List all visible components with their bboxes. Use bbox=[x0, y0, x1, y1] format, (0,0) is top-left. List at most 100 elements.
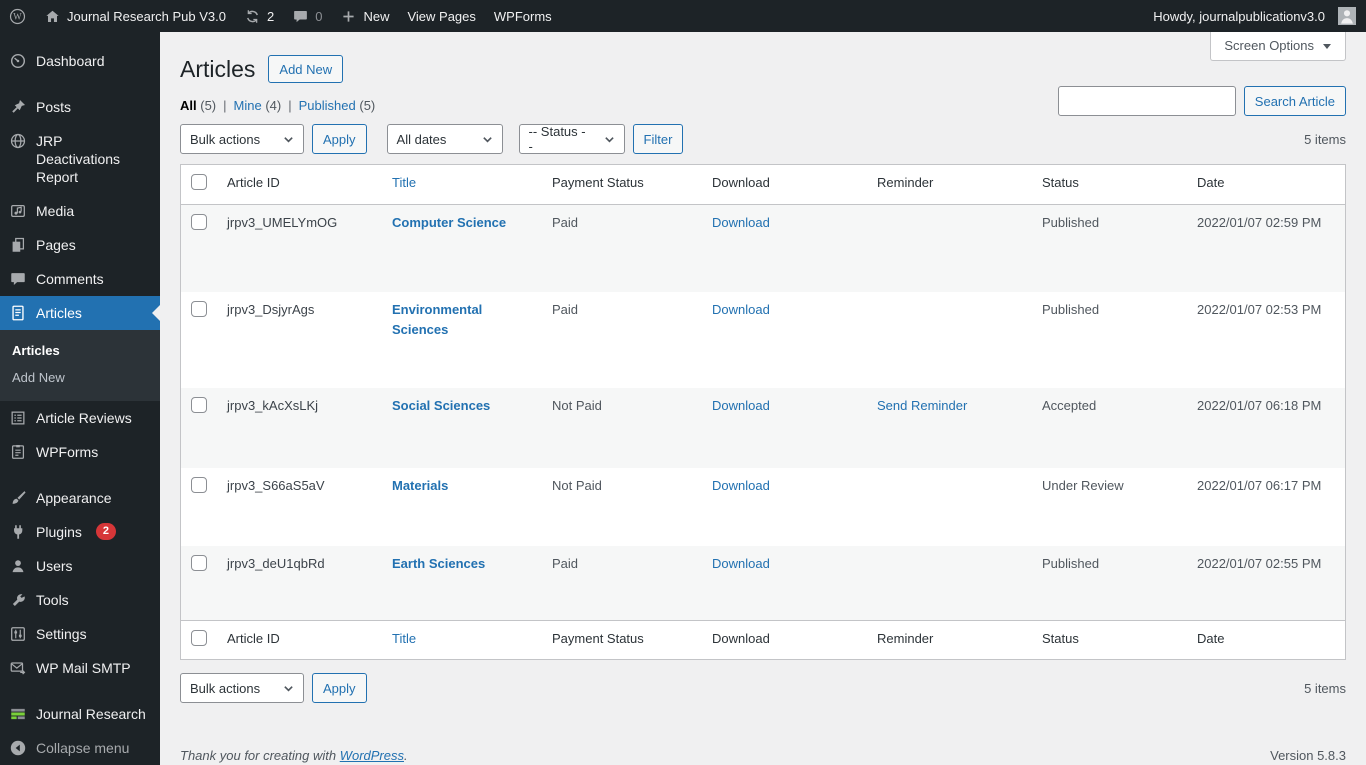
status-cell: Published bbox=[1042, 556, 1100, 571]
comments-link[interactable]: 0 bbox=[283, 0, 331, 32]
sidebar-item-wp-mail-smtp[interactable]: WP Mail SMTP bbox=[0, 651, 160, 685]
submenu-item-add-new[interactable]: Add New bbox=[0, 364, 160, 391]
menu-separator bbox=[0, 469, 160, 481]
dashboard-icon bbox=[10, 53, 26, 69]
add-new-button[interactable]: Add New bbox=[268, 55, 344, 83]
select-row-checkbox[interactable] bbox=[191, 477, 207, 493]
payment-status-cell: Paid bbox=[552, 302, 579, 317]
triangle-down-icon bbox=[1323, 43, 1331, 49]
date-cell: 2022/01/07 02:53 PM bbox=[1197, 302, 1322, 317]
apply-button[interactable]: Apply bbox=[312, 124, 367, 154]
sidebar-item-article-reviews[interactable]: Article Reviews bbox=[0, 401, 160, 435]
footer-status: Status bbox=[1032, 619, 1187, 660]
sidebar-item-plugins[interactable]: Plugins 2 bbox=[0, 515, 160, 549]
view-published-link[interactable]: Published (5) bbox=[299, 98, 376, 113]
article-id-cell: jrpv3_deU1qbRd bbox=[227, 556, 325, 571]
download-link[interactable]: Download bbox=[712, 215, 770, 230]
select-row-checkbox[interactable] bbox=[191, 301, 207, 317]
articles-submenu: Articles Add New bbox=[0, 330, 160, 401]
search-input[interactable] bbox=[1057, 86, 1236, 116]
sidebar-item-appearance[interactable]: Appearance bbox=[0, 481, 160, 515]
dates-filter-select[interactable]: All dates bbox=[386, 124, 503, 154]
wpforms-adminbar-link[interactable]: WPForms bbox=[485, 0, 561, 32]
sidebar-item-dashboard[interactable]: Dashboard bbox=[0, 44, 160, 78]
search-box: Search Article bbox=[1057, 86, 1346, 116]
search-article-button[interactable]: Search Article bbox=[1243, 86, 1346, 116]
updates-link[interactable]: 2 bbox=[235, 0, 283, 32]
comments-count: 0 bbox=[315, 8, 323, 24]
avatar bbox=[1338, 7, 1356, 25]
payment-status-cell: Paid bbox=[552, 214, 579, 230]
submenu-item-articles[interactable]: Articles bbox=[0, 337, 160, 364]
footer-date: Date bbox=[1187, 619, 1346, 660]
view-mine-link[interactable]: Mine (4) bbox=[234, 98, 282, 113]
select-row-checkbox[interactable] bbox=[191, 213, 207, 230]
bulk-actions-select-bottom[interactable]: Bulk actions bbox=[180, 673, 304, 703]
footer-payment-status: Payment Status bbox=[542, 619, 702, 660]
select-row-checkbox[interactable] bbox=[191, 555, 207, 571]
sidebar-item-settings[interactable]: Settings bbox=[0, 617, 160, 651]
download-link[interactable]: Download bbox=[712, 302, 770, 317]
wrench-icon bbox=[12, 594, 25, 607]
article-id-cell: jrpv3_UMELYmOG bbox=[227, 214, 338, 230]
footer-title-sort-link[interactable]: Title bbox=[392, 631, 416, 646]
sidebar-item-tools[interactable]: Tools bbox=[0, 583, 160, 617]
journal-research-logo-icon bbox=[11, 708, 25, 720]
header-title-sort-link[interactable]: Title bbox=[392, 175, 416, 190]
sidebar-item-media[interactable]: Media bbox=[0, 194, 160, 228]
article-title-link[interactable]: Environmental Sciences bbox=[392, 302, 482, 337]
collapse-arrow-icon bbox=[10, 740, 26, 756]
sidebar-item-posts[interactable]: Posts bbox=[0, 90, 160, 124]
account-menu[interactable]: Howdy, journalpublicationv3.0 bbox=[1144, 0, 1356, 32]
site-name-link[interactable]: Journal Research Pub V3.0 bbox=[35, 0, 235, 32]
document-icon bbox=[12, 305, 24, 321]
chevron-down-icon bbox=[284, 685, 293, 692]
sidebar-item-users[interactable]: Users bbox=[0, 549, 160, 583]
sidebar-item-pages[interactable]: Pages bbox=[0, 228, 160, 262]
pushpin-icon bbox=[12, 99, 26, 113]
article-title-link[interactable]: Social Sciences bbox=[392, 398, 490, 413]
select-all-checkbox[interactable] bbox=[191, 629, 207, 646]
sidebar-item-journal-research[interactable]: Journal Research bbox=[0, 697, 160, 731]
comment-icon bbox=[294, 10, 308, 22]
sidebar-item-jrp-deactivations-report[interactable]: JRP Deactivations Report bbox=[0, 124, 160, 194]
plugins-update-badge: 2 bbox=[95, 523, 117, 540]
sidebar-item-comments[interactable]: Comments bbox=[0, 262, 160, 296]
sidebar-item-articles[interactable]: Articles bbox=[0, 296, 160, 330]
article-title-link[interactable]: Materials bbox=[392, 478, 448, 493]
sidebar-item-collapse-menu[interactable]: Collapse menu bbox=[0, 731, 160, 765]
list-icon bbox=[11, 411, 25, 425]
article-title-link[interactable]: Earth Sciences bbox=[392, 556, 485, 571]
send-reminder-link[interactable]: Send Reminder bbox=[877, 398, 967, 413]
new-content-link[interactable]: New bbox=[331, 0, 398, 32]
user-icon bbox=[12, 560, 24, 573]
bulk-actions-select[interactable]: Bulk actions bbox=[180, 124, 304, 154]
admin-sidebar: Dashboard Posts JRP Deactivations Report… bbox=[0, 32, 160, 765]
main-content: Screen Options Articles Add New Search A… bbox=[160, 32, 1366, 765]
howdy-label: Howdy, journalpublicationv3.0 bbox=[1153, 8, 1325, 24]
view-pages-link[interactable]: View Pages bbox=[398, 0, 484, 32]
wordpress-link[interactable]: WordPress bbox=[340, 748, 404, 763]
site-name-label: Journal Research Pub V3.0 bbox=[67, 8, 226, 24]
status-filter-select[interactable]: -- Status -- bbox=[518, 124, 625, 154]
table-header-row: Article ID Title Payment Status Download… bbox=[180, 164, 1346, 205]
article-title-link[interactable]: Computer Science bbox=[392, 215, 506, 230]
download-link[interactable]: Download bbox=[712, 478, 770, 493]
wordpress-logo-icon[interactable]: W bbox=[0, 0, 35, 32]
admin-bar: W Journal Research Pub V3.0 2 0 New View… bbox=[0, 0, 1366, 32]
articles-table: Article ID Title Payment Status Download… bbox=[180, 164, 1346, 660]
reminder-cell: Send Reminder bbox=[867, 388, 1032, 468]
media-icon bbox=[11, 204, 25, 218]
select-row-checkbox[interactable] bbox=[191, 397, 207, 413]
download-link[interactable]: Download bbox=[712, 556, 770, 571]
view-all-link[interactable]: All (5) bbox=[180, 98, 216, 113]
filter-button[interactable]: Filter bbox=[632, 124, 684, 154]
apply-button-bottom[interactable]: Apply bbox=[312, 673, 367, 703]
brush-icon bbox=[12, 491, 26, 504]
table-row: jrpv3_UMELYmOG Computer Science Paid Dow… bbox=[180, 204, 1346, 292]
sidebar-item-wpforms[interactable]: WPForms bbox=[0, 435, 160, 469]
download-link[interactable]: Download bbox=[712, 398, 770, 413]
select-all-checkbox[interactable] bbox=[191, 174, 207, 190]
screen-options-button[interactable]: Screen Options bbox=[1210, 32, 1346, 61]
table-row: jrpv3_deU1qbRd Earth Sciences Paid Downl… bbox=[180, 546, 1346, 620]
